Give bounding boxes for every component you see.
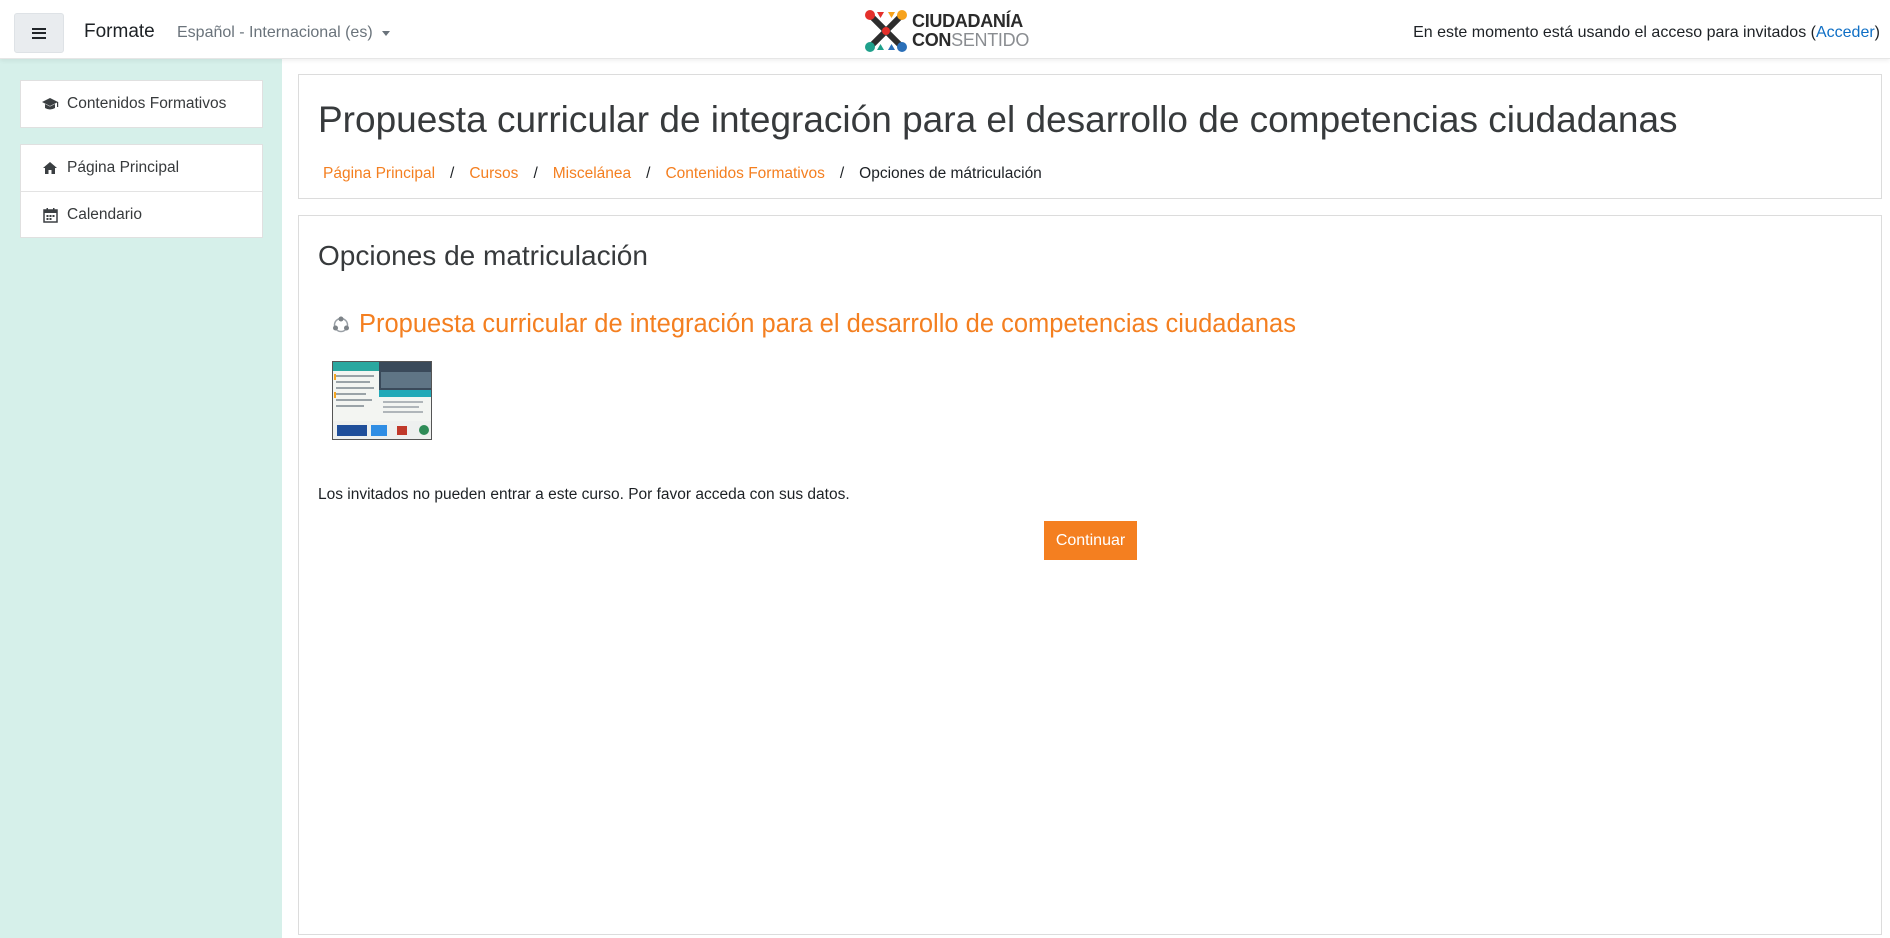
course-icon (333, 316, 349, 332)
site-brand[interactable]: Formate (84, 21, 155, 43)
sidebar-item-contenidos-formativos[interactable]: Contenidos Formativos (21, 81, 262, 127)
language-label: Español - Internacional (es) (177, 24, 373, 41)
guest-access-close: ) (1874, 24, 1880, 41)
guest-access-info: En este momento está usando el acceso pa… (1413, 24, 1880, 42)
breadcrumb-separator: / (533, 165, 538, 182)
breadcrumb-pagina-principal[interactable]: Página Principal (323, 165, 435, 183)
course-nav-block: Contenidos Formativos (20, 80, 263, 128)
breadcrumb-current: Opciones de mátriculación (859, 165, 1042, 182)
course-image-thumbnail (333, 362, 431, 439)
course-image[interactable] (332, 361, 432, 440)
language-selector[interactable]: Español - Internacional (es) (177, 24, 390, 42)
site-logo[interactable]: CIUDADANÍA CONSENTIDO (864, 8, 1029, 54)
logo-line-1: CIUDADANÍA (912, 11, 1023, 31)
breadcrumb-separator: / (839, 165, 845, 182)
login-link[interactable]: Acceder (1816, 24, 1875, 41)
nav-drawer: Contenidos Formativos Página Principal C… (0, 59, 282, 938)
enrolment-options-region: Opciones de matriculación Propuesta curr… (298, 215, 1882, 935)
hamburger-icon (32, 27, 46, 39)
sidebar-item-calendario[interactable]: Calendario (21, 191, 262, 237)
logo-sentido: SENTIDO (951, 30, 1030, 50)
page-header: Propuesta curricular de integración para… (298, 74, 1882, 199)
breadcrumb-cursos[interactable]: Cursos (469, 165, 518, 183)
logo-wordmark: CIUDADANÍA CONSENTIDO (912, 12, 1029, 50)
caret-down-icon (381, 30, 390, 36)
continue-button[interactable]: Continuar (1044, 521, 1137, 560)
sidebar-item-pagina-principal[interactable]: Página Principal (21, 145, 262, 191)
course-name: Propuesta curricular de integración para… (359, 310, 1296, 338)
calendar-icon (41, 207, 59, 223)
breadcrumb-separator: / (450, 165, 455, 182)
breadcrumb-miscelanea[interactable]: Miscelánea (553, 165, 631, 183)
guest-access-message: Los invitados no pueden entrar a este cu… (318, 486, 850, 503)
ciudadania-logo-mark-icon (865, 10, 907, 52)
breadcrumb-contenidos-formativos[interactable]: Contenidos Formativos (665, 165, 824, 183)
logo-line-2: CONSENTIDO (912, 31, 1029, 50)
home-icon (41, 160, 59, 176)
page-title: Propuesta curricular de integración para… (318, 99, 1678, 140)
top-navbar: Formate Español - Internacional (es) CIU… (0, 0, 1890, 59)
sidebar-item-label: Calendario (67, 205, 142, 223)
sidebar-item-label: Página Principal (67, 159, 180, 176)
breadcrumb: Página Principal / Cursos / Miscelánea /… (323, 165, 1042, 183)
course-name-link[interactable]: Propuesta curricular de integración para… (332, 310, 1296, 339)
logo-con: CON (912, 30, 952, 50)
sidebar-item-label: Contenidos Formativos (67, 95, 227, 112)
guest-access-text: En este momento está usando el acceso pa… (1413, 24, 1816, 41)
hamburger-menu-button[interactable] (14, 13, 64, 53)
section-title: Opciones de matriculación (318, 240, 648, 271)
main-nav-block: Página Principal Calendario (20, 144, 263, 238)
graduation-cap-icon (41, 96, 59, 112)
breadcrumb-separator: / (646, 165, 651, 182)
